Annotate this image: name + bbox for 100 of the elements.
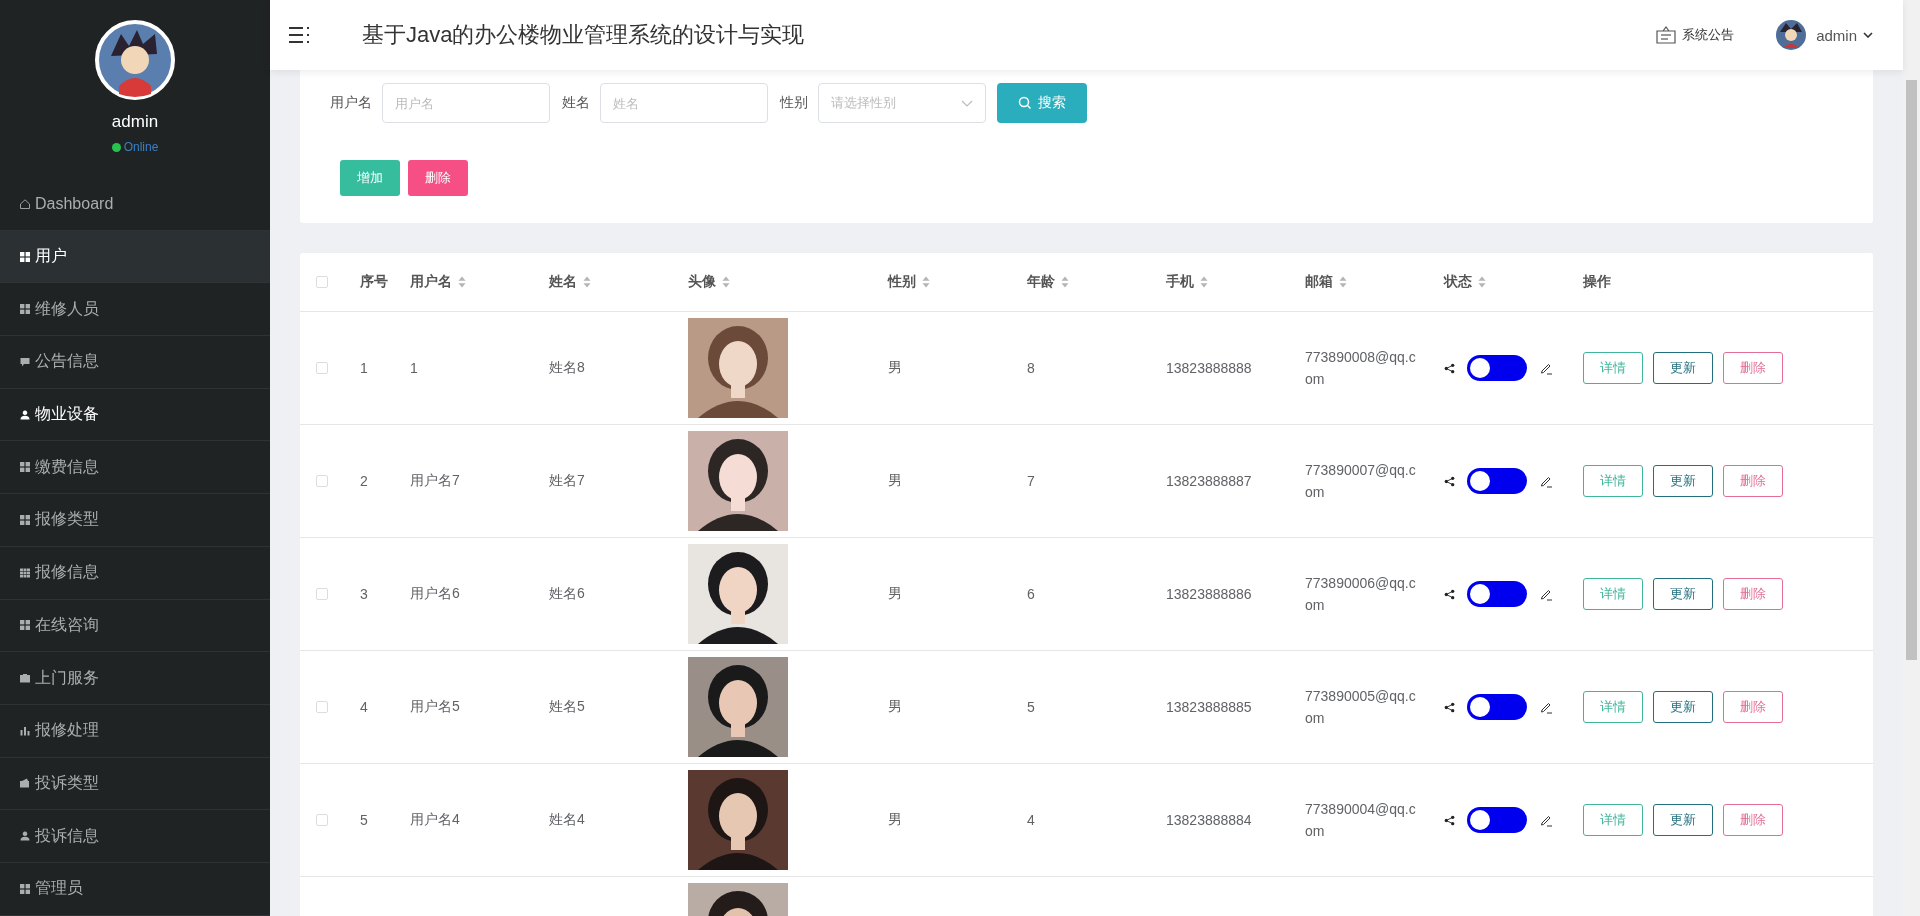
column-header: 操作 [1583, 273, 1611, 291]
delete-button[interactable]: 删除 [1723, 691, 1783, 723]
update-button[interactable]: 更新 [1653, 352, 1713, 384]
status-toggle[interactable] [1467, 468, 1527, 494]
column-header: 手机 [1166, 273, 1194, 291]
table-cell: 男 [888, 811, 902, 829]
briefcase-icon [19, 672, 31, 685]
row-checkbox[interactable] [316, 475, 328, 487]
caret-icon[interactable] [1863, 32, 1873, 38]
grid-icon [19, 882, 31, 895]
delete-button[interactable]: 删除 [1723, 578, 1783, 610]
notice-board-icon [1656, 26, 1677, 44]
sidebar-item[interactable]: 用户 [0, 230, 270, 284]
column-header: 邮箱 [1305, 273, 1333, 291]
page-title: 基于Java的办公楼物业管理系统的设计与实现 [362, 21, 805, 49]
scrollbar[interactable] [1903, 0, 1920, 916]
chevron-icon [961, 99, 973, 107]
table-cell: 13823888885 [1166, 699, 1252, 715]
user-icon [19, 408, 31, 421]
table-cell: 姓名7 [549, 472, 585, 490]
notice-link[interactable]: 系统公告 [1682, 26, 1735, 44]
status-toggle[interactable] [1467, 694, 1527, 720]
column-header: 序号 [360, 273, 388, 291]
table-cell: 4 [360, 699, 368, 715]
online-dot-icon [111, 142, 121, 152]
search-field[interactable]: 姓名 [600, 83, 768, 123]
search-field[interactable]: 用户名 [382, 83, 550, 123]
table-cell: 姓名8 [549, 359, 585, 377]
grid-icon [19, 250, 31, 263]
update-button[interactable]: 更新 [1653, 691, 1713, 723]
home-icon [19, 197, 31, 210]
share-icon[interactable] [1444, 701, 1455, 713]
share-icon[interactable] [1444, 362, 1455, 374]
table-cell: 1 [360, 360, 368, 376]
field-label: 用户名 [330, 94, 372, 112]
grid-icon [19, 303, 31, 316]
grid-icon [19, 619, 31, 632]
column-header: 状态 [1444, 273, 1472, 291]
share-icon[interactable] [1444, 475, 1455, 487]
status-toggle[interactable] [1467, 581, 1527, 607]
column-header: 头像 [688, 273, 716, 291]
user-name: admin [111, 112, 159, 132]
user-icon [19, 830, 31, 843]
table-cell: 男 [888, 359, 902, 377]
table-cell: 7 [1027, 473, 1035, 489]
user-menu[interactable]: admin [1816, 26, 1857, 44]
column-header: 性别 [888, 273, 916, 291]
column-header: 用户名 [410, 273, 452, 291]
status-toggle[interactable] [1467, 355, 1527, 381]
online-status: Online [123, 140, 159, 154]
edit-icon[interactable] [1539, 587, 1553, 601]
table-cell: 3 [360, 586, 368, 602]
delete-button[interactable]: 删除 [1723, 465, 1783, 497]
table-cell: 13823888887 [1166, 473, 1252, 489]
row-checkbox[interactable] [316, 701, 328, 713]
table-cell: 用户名6 [410, 585, 460, 603]
delete-button[interactable]: 删除 [1723, 352, 1783, 384]
table-cell: 1 [410, 360, 418, 376]
table-cell-text: 773890006@qq.com [1305, 574, 1417, 615]
field-label: 姓名 [562, 94, 590, 112]
table-cell: 男 [888, 698, 902, 716]
avatar[interactable] [1776, 20, 1807, 50]
table-cell: 6 [1027, 586, 1035, 602]
table-cell-text: 773890005@qq.com [1305, 687, 1417, 728]
grid-icon [19, 461, 31, 474]
table-cell: 8 [1027, 360, 1035, 376]
edit-icon[interactable] [1539, 474, 1553, 488]
table-cell: 13823888884 [1166, 812, 1252, 828]
table-cell: 姓名6 [549, 585, 585, 603]
row-checkbox[interactable] [316, 814, 328, 826]
edit-icon[interactable] [1539, 361, 1553, 375]
delete-button[interactable]: 删除 [408, 160, 468, 196]
share-icon[interactable] [1444, 588, 1455, 600]
column-header: 年龄 [1027, 273, 1055, 291]
status-toggle[interactable] [1467, 807, 1527, 833]
table-cell: 4 [1027, 812, 1035, 828]
edit-icon[interactable] [1539, 813, 1553, 827]
search-icon [1018, 96, 1032, 110]
row-checkbox[interactable] [316, 588, 328, 600]
update-button[interactable]: 更新 [1653, 804, 1713, 836]
row-checkbox[interactable] [316, 362, 328, 374]
table-cell-text: 773890007@qq.com [1305, 461, 1417, 502]
table-cell: 5 [360, 812, 368, 828]
bar-chart-icon [19, 724, 31, 737]
table-cell: 男 [888, 472, 902, 490]
table-cell: 男 [888, 585, 902, 603]
menu-icon[interactable] [288, 25, 310, 45]
share-icon[interactable] [1444, 814, 1455, 826]
update-button[interactable]: 更新 [1653, 465, 1713, 497]
chat-icon [19, 355, 31, 368]
table-cell: 5 [1027, 699, 1035, 715]
table-cell: 姓名4 [549, 811, 585, 829]
table-cell: 13823888888 [1166, 360, 1252, 376]
table-cell: 13823888886 [1166, 586, 1252, 602]
select-all-checkbox[interactable] [316, 276, 328, 288]
delete-button[interactable]: 删除 [1723, 804, 1783, 836]
table-cell: 2 [360, 473, 368, 489]
update-button[interactable]: 更新 [1653, 578, 1713, 610]
field-label: 性别 [780, 94, 808, 112]
edit-icon[interactable] [1539, 700, 1553, 714]
